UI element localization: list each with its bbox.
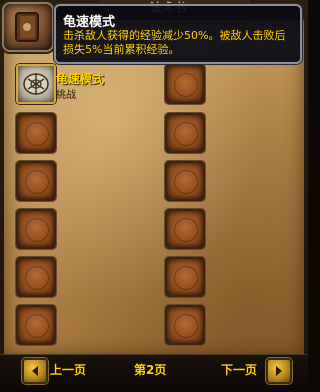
next-page-button[interactable] <box>266 358 292 384</box>
spell-slot-3[interactable] <box>16 113 56 153</box>
spell-slot-12[interactable] <box>165 305 205 345</box>
spell-slot-10[interactable] <box>165 257 205 297</box>
page-number: 第2页 <box>134 363 167 377</box>
next-page-label[interactable]: 下一页 <box>221 361 257 378</box>
spell-slot-5[interactable] <box>16 161 56 201</box>
spell-slot-11[interactable] <box>16 305 56 345</box>
spell-slot-6[interactable] <box>165 161 205 201</box>
spell-slot-7[interactable] <box>16 209 56 249</box>
spell-slot-4[interactable] <box>165 113 205 153</box>
tooltip-title: 龟速模式 <box>63 15 116 30</box>
spell-slot-9[interactable] <box>16 257 56 297</box>
prev-page-label[interactable]: 上一页 <box>50 361 86 378</box>
spell-tooltip: 龟速模式 击杀敌人获得的经验减少50%。被敌人击败后损失5%当前累积经验。 <box>54 4 302 64</box>
tooltip-description: 击杀敌人获得的经验减少50%。被敌人击败后损失5%当前累积经验。 <box>63 29 286 56</box>
spellbook-icon <box>2 2 54 52</box>
page-navigation: 上一页 第2页 下一页 <box>0 354 308 392</box>
spell-slot-2[interactable] <box>165 64 205 104</box>
spellbook-frame: 法术书 龟速模式 挑战 龟速模式 击杀敌人获得的经验减少50%。被敌人击败后损失… <box>0 0 308 392</box>
prev-page-button[interactable] <box>22 358 48 384</box>
spell-name[interactable]: 龟速模式 <box>56 70 104 87</box>
spell-rank: 挑战 <box>56 90 76 101</box>
spell-slot-8[interactable] <box>165 209 205 249</box>
spell-slot-1[interactable] <box>16 64 56 104</box>
